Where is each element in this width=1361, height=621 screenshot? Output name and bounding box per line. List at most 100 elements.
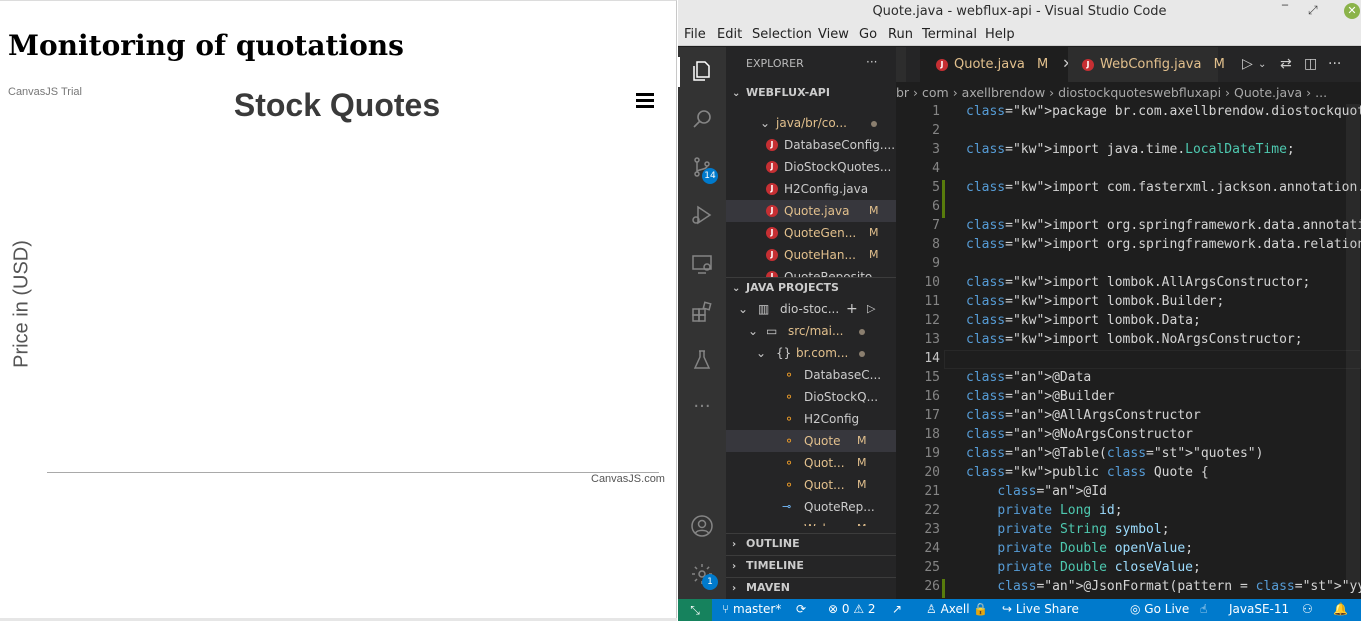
explorer-icon[interactable]: [690, 59, 714, 83]
timeline-title: TIMELINE: [746, 559, 804, 572]
remote-indicator-icon[interactable]: ⤡: [678, 599, 712, 621]
tab-modified-mark: M: [1037, 57, 1049, 72]
accounts-icon[interactable]: [690, 514, 714, 538]
file-row[interactable]: J DioStockQuotes...: [726, 156, 896, 178]
line-number: 3: [932, 142, 940, 157]
more-views-icon[interactable]: ···: [690, 395, 714, 419]
line-number: 1: [932, 104, 940, 119]
package-row[interactable]: ⌄ {} br.com...: [726, 342, 896, 364]
remote-explorer-icon[interactable]: [690, 252, 714, 276]
vscode-window: Quote.java - webflux-api - Visual Studio…: [678, 0, 1361, 621]
open-changes-icon[interactable]: ⇄: [1280, 56, 1292, 72]
sync-icon[interactable]: ⟳: [796, 602, 806, 616]
class-row[interactable]: ⚬ DioStockQ...: [726, 386, 896, 408]
file-row[interactable]: J QuoteGen... M: [726, 222, 896, 244]
file-name: QuoteGen...: [784, 226, 857, 240]
modified-mark: M: [869, 226, 879, 239]
chart-menu-button[interactable]: [636, 93, 654, 109]
outline-section-header[interactable]: › OUTLINE: [726, 533, 896, 553]
breadcrumb[interactable]: br › com › axellbrendow › diostockquotes…: [896, 82, 1361, 104]
timeline-section-header[interactable]: › TIMELINE: [726, 555, 896, 575]
file-row-selected[interactable]: J Quote.java M: [726, 200, 896, 222]
run-debug-icon[interactable]: [690, 203, 714, 227]
close-window-icon[interactable]: ✕: [1344, 3, 1360, 19]
interface-row[interactable]: ⊸ QuoteRep...: [726, 496, 896, 518]
chevron-down-icon[interactable]: ⌄: [1258, 59, 1266, 70]
class-name: Quote: [804, 434, 841, 448]
workspace-section-header[interactable]: ⌄ WEBFLUX-API: [726, 83, 896, 103]
status-bar: ⤡ ⑂ master* ⟳ ⊗ 0 ⚠ 2 ↗ ♙ Axell 🔒 ↪ Live…: [678, 599, 1361, 621]
hidden-tab-edge[interactable]: [896, 47, 906, 82]
chart-title: Stock Quotes: [0, 87, 676, 124]
more-actions-icon[interactable]: ···: [1328, 56, 1341, 72]
java-version-status[interactable]: JavaSE-11: [1229, 602, 1289, 616]
menu-file[interactable]: File: [684, 27, 706, 42]
class-row[interactable]: ⚬ Web... M: [726, 518, 896, 526]
tab-webconfig-java[interactable]: J WebConfig.java M: [1068, 47, 1225, 82]
testing-flask-icon[interactable]: [690, 348, 714, 372]
go-live-status[interactable]: ◎ Go Live: [1130, 602, 1189, 616]
class-row[interactable]: ⚬ Quot... M: [726, 452, 896, 474]
notifications-bell-icon[interactable]: 🔔: [1333, 602, 1348, 616]
minimap[interactable]: [1346, 104, 1360, 584]
search-icon[interactable]: [690, 107, 714, 131]
live-share-status[interactable]: ↪ Live Share: [1002, 602, 1079, 616]
menu-go[interactable]: Go: [859, 27, 877, 42]
go-live-label: Go Live: [1144, 602, 1190, 616]
menu-help[interactable]: Help: [985, 27, 1015, 42]
explorer-more-actions-icon[interactable]: ···: [866, 55, 877, 69]
chevron-down-icon: ⌄: [760, 116, 771, 130]
chevron-down-icon: ⌄: [748, 324, 759, 338]
folder-row[interactable]: ⌄ java/br/co...: [726, 112, 896, 134]
error-count: 0: [841, 602, 850, 616]
line-number: 10: [924, 275, 940, 290]
line-number: 2: [932, 123, 940, 138]
menu-terminal[interactable]: Terminal: [922, 27, 977, 42]
branch-status[interactable]: ⑂ master*: [722, 602, 781, 616]
code-line: class="an">@Table(class="st">"quotes"): [966, 446, 1264, 461]
run-file-icon[interactable]: ▷: [1242, 56, 1253, 72]
gutter-change-marker: [942, 199, 945, 218]
file-row[interactable]: J QuoteReposito...: [726, 266, 896, 277]
workspace-name: WEBFLUX-API: [746, 86, 830, 99]
minimize-icon[interactable]: ‾: [1282, 3, 1288, 17]
menu-selection[interactable]: Selection: [752, 27, 812, 42]
file-row[interactable]: J QuoteHan... M: [726, 244, 896, 266]
canvasjs-credit-link[interactable]: CanvasJS.com: [591, 473, 665, 485]
class-row[interactable]: ⚬ Quot... M: [726, 474, 896, 496]
page-heading: Monitoring of quotations: [8, 29, 404, 62]
java-projects-section-header[interactable]: ⌄ JAVA PROJECTS: [726, 277, 896, 297]
accounts-status-icon[interactable]: ⚇: [1302, 602, 1313, 616]
project-row[interactable]: ⌄ ▥ dio-stoc... + ▷: [726, 298, 896, 320]
class-row-selected[interactable]: ⚬ Quote M: [726, 430, 896, 452]
debug-status-icon[interactable]: ↗: [892, 602, 902, 616]
user-status[interactable]: ♙ Axell 🔒: [926, 602, 988, 616]
maximize-icon[interactable]: ⤢: [1308, 3, 1318, 18]
line-number: 13: [924, 332, 940, 347]
problems-status[interactable]: ⊗ 0 ⚠ 2: [828, 602, 876, 616]
add-icon[interactable]: +: [846, 298, 858, 320]
feedback-icon[interactable]: ☝: [1200, 602, 1207, 616]
file-row[interactable]: J H2Config.java: [726, 178, 896, 200]
file-name: QuoteHan...: [784, 248, 856, 262]
source-folder-row[interactable]: ⌄ ▭ src/mai...: [726, 320, 896, 342]
file-name: H2Config.java: [784, 182, 869, 196]
package-name: br.com...: [796, 346, 849, 360]
split-editor-icon[interactable]: ◫: [1304, 56, 1317, 72]
gutter-change-marker: [942, 579, 945, 598]
extensions-icon[interactable]: [690, 300, 714, 324]
java-file-icon: J: [1082, 58, 1094, 71]
maven-section-header[interactable]: › MAVEN: [726, 577, 896, 597]
class-row[interactable]: ⚬ DatabaseC...: [726, 364, 896, 386]
java-file-icon: J: [766, 249, 778, 261]
file-row[interactable]: J DatabaseConfig....: [726, 134, 896, 156]
menu-run[interactable]: Run: [888, 27, 913, 42]
menu-view[interactable]: View: [818, 27, 849, 42]
explorer-title: EXPLORER: [746, 57, 804, 70]
line-number: 15: [924, 370, 940, 385]
line-number: 23: [924, 522, 940, 537]
class-row[interactable]: ⚬ H2Config: [726, 408, 896, 430]
tab-quote-java[interactable]: JQuote.java M ✕: [920, 47, 1073, 82]
menu-edit[interactable]: Edit: [717, 27, 742, 42]
run-icon[interactable]: ▷: [867, 298, 875, 320]
